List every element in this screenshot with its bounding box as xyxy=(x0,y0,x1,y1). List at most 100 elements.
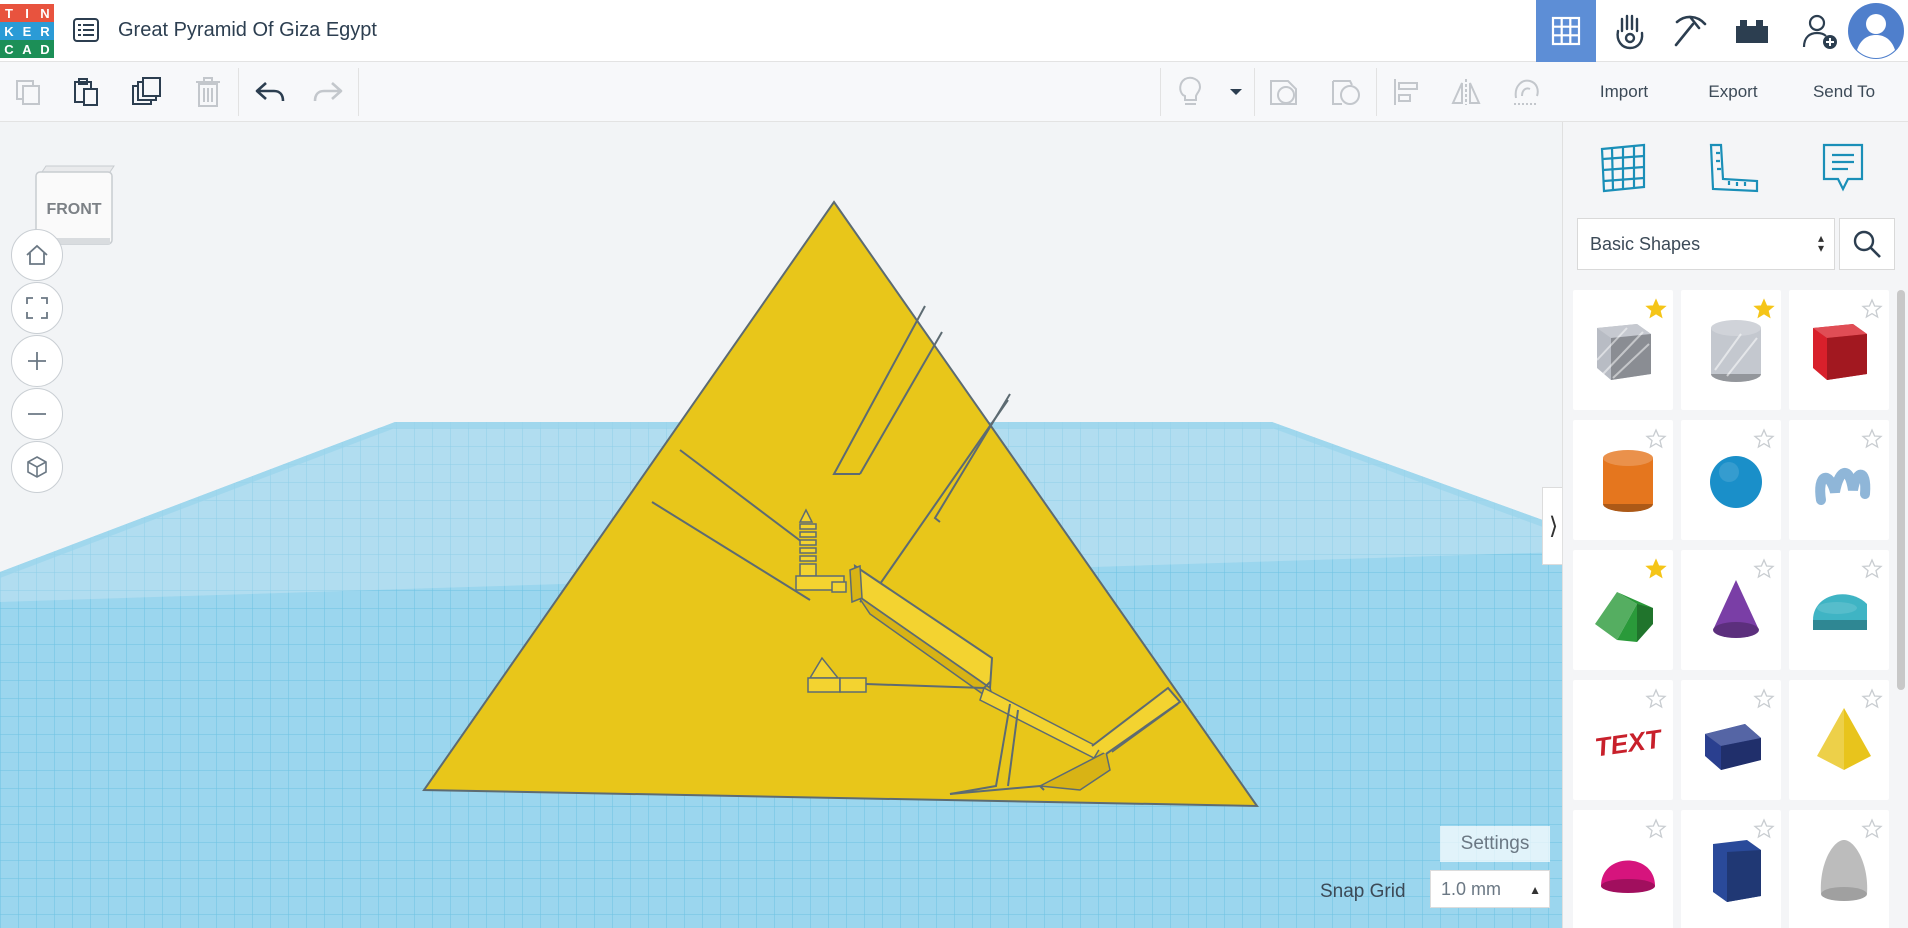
shape-tile-cylinder[interactable] xyxy=(1573,420,1673,540)
shape-search-button[interactable] xyxy=(1839,218,1895,270)
star-outline-icon[interactable] xyxy=(1753,558,1775,580)
select-caret-icon: ▴ ▾ xyxy=(1817,231,1824,255)
star-filled-icon[interactable] xyxy=(1645,558,1667,580)
snap-grid-select[interactable]: 1.0 mm ▲ xyxy=(1430,870,1550,908)
grid-view-icon[interactable] xyxy=(1536,0,1596,62)
avatar-icon[interactable] xyxy=(1846,0,1906,62)
view-cube-label: FRONT xyxy=(46,201,101,218)
star-outline-icon[interactable] xyxy=(1861,428,1883,450)
svg-text:TEXT: TEXT xyxy=(1593,723,1665,762)
undo-icon[interactable] xyxy=(252,74,288,110)
export-button[interactable]: Export xyxy=(1682,72,1784,112)
send-to-button[interactable]: Send To xyxy=(1792,72,1896,112)
star-outline-icon[interactable] xyxy=(1645,818,1667,840)
ungroup-icon[interactable] xyxy=(1328,74,1364,110)
pickaxe-icon[interactable] xyxy=(1660,0,1720,62)
snap-grid-value: 1.0 mm xyxy=(1441,878,1502,899)
app-window: TINKERCAD Great Pyramid Of Giza Egypt Im… xyxy=(0,0,1908,928)
star-filled-icon[interactable] xyxy=(1753,298,1775,320)
logo-letter: R xyxy=(36,22,54,40)
caret-up-icon: ▲ xyxy=(1529,883,1541,897)
star-outline-icon[interactable] xyxy=(1753,428,1775,450)
logo-letter: N xyxy=(36,4,54,22)
document-title[interactable]: Great Pyramid Of Giza Egypt xyxy=(118,19,377,42)
zoom-in-icon xyxy=(28,352,46,370)
shapes-panel: Basic Shapes ▴ ▾ TEXT xyxy=(1562,122,1908,928)
dropdown-icon[interactable] xyxy=(1218,74,1254,110)
star-outline-icon[interactable] xyxy=(1861,558,1883,580)
star-filled-icon[interactable] xyxy=(1645,298,1667,320)
redo-icon[interactable] xyxy=(310,74,346,110)
copy-icon[interactable] xyxy=(10,74,46,110)
import-button[interactable]: Import xyxy=(1574,72,1674,112)
ruler-icon[interactable] xyxy=(1703,138,1763,198)
star-outline-icon[interactable] xyxy=(1645,428,1667,450)
panel-scrollbar[interactable] xyxy=(1897,290,1905,690)
mirror-icon[interactable] xyxy=(1448,74,1484,110)
chevron-right-icon: ⟩ xyxy=(1548,512,1559,540)
logo-letter: D xyxy=(36,40,54,58)
paste-icon[interactable] xyxy=(68,74,104,110)
snap-grid-label: Snap Grid xyxy=(1320,881,1406,902)
shape-tile-box-red[interactable] xyxy=(1789,290,1889,410)
logo-letter: I xyxy=(18,4,36,22)
logo-letter: C xyxy=(0,40,18,58)
add-user-icon[interactable] xyxy=(1790,0,1850,62)
zoom-out-button[interactable] xyxy=(11,388,63,440)
workplane-icon[interactable] xyxy=(1593,138,1653,198)
star-outline-icon[interactable] xyxy=(1753,818,1775,840)
logo-letter: A xyxy=(18,40,36,58)
shape-category-value: Basic Shapes xyxy=(1590,233,1701,254)
notes-icon[interactable] xyxy=(1813,138,1873,198)
shape-tile-cone[interactable] xyxy=(1681,550,1781,670)
shape-tile-polygon[interactable] xyxy=(1681,810,1781,928)
star-outline-icon[interactable] xyxy=(1861,298,1883,320)
glove-icon[interactable] xyxy=(1600,0,1660,62)
align-icon[interactable] xyxy=(1388,74,1424,110)
home-icon xyxy=(26,244,48,265)
zoom-out-icon xyxy=(28,413,46,415)
home-view-button[interactable] xyxy=(11,229,63,281)
shape-tile-wedge[interactable] xyxy=(1681,680,1781,800)
top-bar: TINKERCAD Great Pyramid Of Giza Egypt xyxy=(0,0,1908,62)
shapes-grid: TEXT xyxy=(1573,290,1889,928)
star-outline-icon[interactable] xyxy=(1753,688,1775,710)
shape-category-select[interactable]: Basic Shapes ▴ ▾ xyxy=(1577,218,1835,270)
tinkercad-logo[interactable]: TINKERCAD xyxy=(0,4,54,58)
perspective-button[interactable] xyxy=(11,441,63,493)
workplane-scene[interactable] xyxy=(0,122,1562,928)
shape-tile-text[interactable]: TEXT xyxy=(1573,680,1673,800)
settings-button[interactable]: Settings xyxy=(1440,826,1550,862)
shape-tile-half-sphere[interactable] xyxy=(1573,810,1673,928)
logo-letter: T xyxy=(0,4,18,22)
shape-tile-box[interactable] xyxy=(1573,290,1673,410)
shape-tile-sphere[interactable] xyxy=(1681,420,1781,540)
cruise-icon[interactable] xyxy=(1508,74,1544,110)
perspective-icon xyxy=(27,456,47,478)
shape-tile-paraboloid[interactable] xyxy=(1789,810,1889,928)
duplicate-icon[interactable] xyxy=(128,74,164,110)
star-outline-icon[interactable] xyxy=(1645,688,1667,710)
zoom-in-button[interactable] xyxy=(11,335,63,387)
group-icon[interactable] xyxy=(1266,74,1302,110)
delete-icon[interactable] xyxy=(190,74,226,110)
star-outline-icon[interactable] xyxy=(1861,688,1883,710)
light-bulb-icon[interactable] xyxy=(1172,74,1208,110)
fit-all-button[interactable] xyxy=(11,282,63,334)
shape-tile-roof[interactable] xyxy=(1573,550,1673,670)
fit-all-icon xyxy=(26,297,48,319)
shape-tile-cylinder-hole[interactable] xyxy=(1681,290,1781,410)
edit-toolbar xyxy=(0,62,1562,122)
star-outline-icon[interactable] xyxy=(1861,818,1883,840)
shape-tile-round-roof[interactable] xyxy=(1789,550,1889,670)
design-list-icon[interactable] xyxy=(72,16,100,44)
search-icon xyxy=(1853,230,1881,258)
logo-letter: K xyxy=(0,22,18,40)
shape-tile-pyramid[interactable] xyxy=(1789,680,1889,800)
logo-letter: E xyxy=(18,22,36,40)
panel-toggle-button[interactable]: ⟩ xyxy=(1542,487,1562,565)
export-toolbar: Import Export Send To xyxy=(1562,62,1908,122)
shape-tile-scribble[interactable] xyxy=(1789,420,1889,540)
3d-viewport[interactable]: FRONT ⟩ Settings Snap Grid 1.0 mm ▲ xyxy=(0,122,1562,928)
brick-icon[interactable] xyxy=(1722,0,1782,62)
